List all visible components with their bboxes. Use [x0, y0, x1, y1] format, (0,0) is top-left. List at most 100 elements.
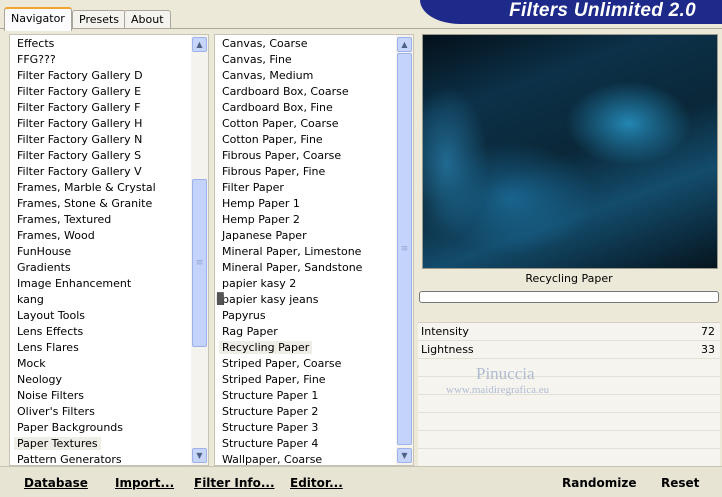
list-item-label: Filter Factory Gallery H [17, 117, 143, 130]
list-item[interactable]: Neology [10, 372, 191, 388]
list-item-label: Paper Backgrounds [17, 421, 124, 434]
tab-about[interactable]: About [124, 10, 171, 29]
list-item[interactable]: Filter Factory Gallery F [10, 100, 191, 116]
list-item[interactable]: Canvas, Coarse [215, 36, 396, 52]
list-item-label: Frames, Marble & Crystal [17, 181, 156, 194]
list-item[interactable]: Filter Factory Gallery H [10, 116, 191, 132]
list-item-label: Striped Paper, Fine [222, 373, 326, 386]
scroll-down-icon[interactable]: ▼ [192, 448, 207, 463]
list-item[interactable]: Noise Filters [10, 388, 191, 404]
list-item-label: Filter Paper [222, 181, 284, 194]
list-item[interactable]: Structure Paper 1 [215, 388, 396, 404]
list-item[interactable]: Striped Paper, Fine [215, 372, 396, 388]
list-item[interactable]: Cotton Paper, Coarse [215, 116, 396, 132]
list-item[interactable]: Japanese Paper [215, 228, 396, 244]
filter-info-button[interactable]: Filter Info... [194, 476, 275, 490]
list-item-label: papier kasy jeans [222, 293, 319, 306]
list-item-label: Structure Paper 1 [222, 389, 319, 402]
list-item[interactable]: kang [10, 292, 191, 308]
list-item-label: Canvas, Medium [222, 69, 314, 82]
filter-list[interactable]: Canvas, Coarse Canvas, Fine Canvas, Medium… [215, 36, 396, 465]
list-item[interactable]: Paper Textures [10, 436, 191, 452]
list-item[interactable]: Image Enhancement [10, 276, 191, 292]
list-item-label: Paper Textures [14, 437, 101, 450]
list-item[interactable]: Mineral Paper, Limestone [215, 244, 396, 260]
list-item[interactable]: Cardboard Box, Coarse [215, 84, 396, 100]
list-item[interactable]: Papyrus [215, 308, 396, 324]
list-item[interactable]: FunHouse [10, 244, 191, 260]
list-item[interactable]: Gradients [10, 260, 191, 276]
param-empty-row [418, 359, 720, 377]
list-item[interactable]: Frames, Textured [10, 212, 191, 228]
list-item-label: Frames, Stone & Granite [17, 197, 153, 210]
list-item-label: Japanese Paper [222, 229, 307, 242]
list-item[interactable]: Lens Effects [10, 324, 191, 340]
list-item[interactable]: Lens Flares [10, 340, 191, 356]
list-item-label: Mock [17, 357, 46, 370]
list-item-label: Frames, Textured [17, 213, 112, 226]
list-item[interactable]: Frames, Marble & Crystal [10, 180, 191, 196]
drag-handle-icon: ■ ■ ■ [216, 291, 225, 307]
editor-button[interactable]: Editor... [290, 476, 343, 490]
list-item[interactable]: Layout Tools [10, 308, 191, 324]
list-item[interactable]: FFG??? [10, 52, 191, 68]
list-item[interactable]: Effects [10, 36, 191, 52]
param-intensity[interactable]: Intensity 72 [418, 323, 720, 341]
list-item[interactable]: Filter Factory Gallery V [10, 164, 191, 180]
database-button[interactable]: Database [24, 476, 88, 490]
scroll-up-icon[interactable]: ▲ [397, 37, 412, 52]
tab-presets[interactable]: Presets [72, 10, 127, 29]
list-item-label: Recycling Paper [219, 341, 313, 354]
list-item[interactable]: Structure Paper 3 [215, 420, 396, 436]
list-item-label: Filter Factory Gallery V [17, 165, 142, 178]
list-item[interactable]: Filter Factory Gallery D [10, 68, 191, 84]
randomize-button[interactable]: Randomize [562, 476, 636, 490]
list-item[interactable]: Frames, Stone & Granite [10, 196, 191, 212]
list-item[interactable]: Wallpaper, Coarse [215, 452, 396, 465]
list-item[interactable]: Striped Paper, Coarse [215, 356, 396, 372]
list-item[interactable]: Filter Paper [215, 180, 396, 196]
list-item-label: Filter Factory Gallery F [17, 101, 141, 114]
scrollbar-thumb[interactable]: ≡ [192, 179, 207, 347]
category-scrollbar[interactable]: ▲ ≡ ▼ [191, 35, 208, 465]
list-item-label: Filter Factory Gallery E [17, 85, 142, 98]
list-item[interactable]: Filter Factory Gallery N [10, 132, 191, 148]
scrollbar-thumb[interactable]: ≡ [397, 53, 412, 445]
list-item[interactable]: Pattern Generators [10, 452, 191, 465]
list-item[interactable]: Rag Paper [215, 324, 396, 340]
param-empty-row [418, 395, 720, 413]
list-item[interactable]: ■ ■ ■ papier kasy jeans [215, 292, 396, 308]
list-item[interactable]: Canvas, Fine [215, 52, 396, 68]
list-item[interactable]: Filter Factory Gallery E [10, 84, 191, 100]
list-item[interactable]: Mock [10, 356, 191, 372]
category-list[interactable]: Effects FFG??? Filter Factory Gallery D Fil… [10, 36, 191, 465]
list-item[interactable]: Structure Paper 4 [215, 436, 396, 452]
list-item[interactable]: Cardboard Box, Fine [215, 100, 396, 116]
filter-scrollbar[interactable]: ▲ ≡ ▼ [396, 35, 413, 465]
list-item-label: Fibrous Paper, Fine [222, 165, 326, 178]
list-item-label: Structure Paper 2 [222, 405, 319, 418]
list-item[interactable]: Canvas, Medium [215, 68, 396, 84]
list-item[interactable]: Filter Factory Gallery S [10, 148, 191, 164]
list-item[interactable]: Hemp Paper 1 [215, 196, 396, 212]
scroll-up-icon[interactable]: ▲ [192, 37, 207, 52]
param-lightness[interactable]: Lightness 33 [418, 341, 720, 359]
list-item[interactable]: Mineral Paper, Sandstone [215, 260, 396, 276]
scroll-down-icon[interactable]: ▼ [397, 448, 412, 463]
list-item[interactable]: Cotton Paper, Fine [215, 132, 396, 148]
list-item-label: Rag Paper [222, 325, 278, 338]
list-item[interactable]: papier kasy 2 [215, 276, 396, 292]
list-item[interactable]: Oliver's Filters [10, 404, 191, 420]
list-item[interactable]: Hemp Paper 2 [215, 212, 396, 228]
list-item[interactable]: Paper Backgrounds [10, 420, 191, 436]
list-item-label: Canvas, Coarse [222, 37, 308, 50]
list-item[interactable]: Frames, Wood [10, 228, 191, 244]
list-item[interactable]: Fibrous Paper, Fine [215, 164, 396, 180]
list-item[interactable]: Fibrous Paper, Coarse [215, 148, 396, 164]
list-item[interactable]: Structure Paper 2 [215, 404, 396, 420]
list-item[interactable]: Recycling Paper [215, 340, 396, 356]
tab-navigator[interactable]: Navigator [4, 7, 72, 31]
import-button[interactable]: Import... [115, 476, 174, 490]
reset-button[interactable]: Reset [661, 476, 699, 490]
param-value: 33 [701, 343, 715, 356]
